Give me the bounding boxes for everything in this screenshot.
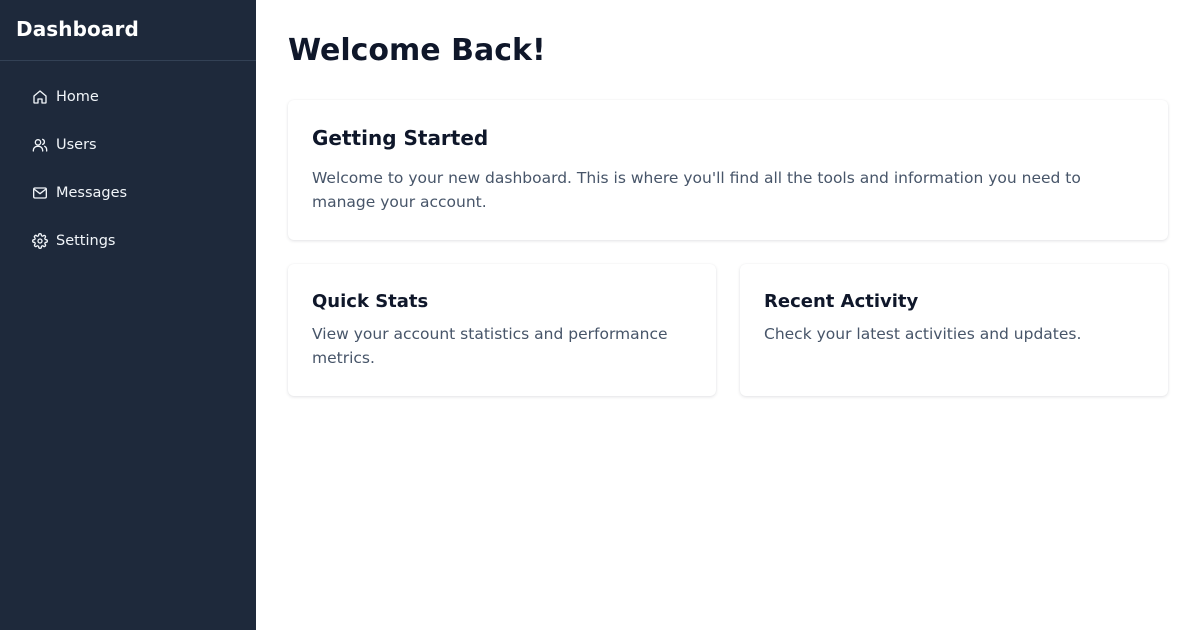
card-title: Quick Stats — [312, 291, 429, 312]
sidebar: Dashboard Home Users Messages Settings — [0, 0, 256, 630]
quick-stats-card: Quick Stats View your account statistics… — [288, 264, 716, 396]
users-icon — [32, 137, 48, 153]
sidebar-item-users[interactable]: Users — [0, 121, 256, 169]
card-text: View your account statistics and perform… — [312, 325, 668, 367]
sidebar-item-home[interactable]: Home — [0, 73, 256, 121]
sidebar-item-label: Settings — [56, 233, 116, 249]
sidebar-item-label: Messages — [56, 185, 128, 201]
sidebar-nav: Home Users Messages Settings — [0, 61, 256, 265]
recent-activity-card: Recent Activity Check your latest activi… — [740, 264, 1168, 396]
home-icon — [32, 89, 48, 105]
getting-started-card: Getting Started Welcome to your new dash… — [288, 100, 1168, 240]
card-text: Welcome to your new dashboard. This is w… — [312, 169, 1081, 211]
card-text: Check your latest activities and updates… — [764, 325, 1082, 343]
sidebar-item-settings[interactable]: Settings — [0, 217, 256, 265]
card-grid: Quick Stats View your account statistics… — [288, 264, 1168, 396]
page-title: Welcome Back! — [288, 33, 546, 68]
main-content: Welcome Back! Getting Started Welcome to… — [256, 0, 1200, 630]
sidebar-header: Dashboard — [0, 0, 256, 61]
card-title: Getting Started — [312, 126, 489, 150]
sidebar-item-label: Users — [56, 137, 97, 153]
sidebar-item-messages[interactable]: Messages — [0, 169, 256, 217]
mail-icon — [32, 185, 48, 201]
card-title: Recent Activity — [764, 291, 919, 312]
gear-icon — [32, 233, 48, 249]
brand-title: Dashboard — [16, 17, 139, 41]
sidebar-item-label: Home — [56, 89, 99, 105]
